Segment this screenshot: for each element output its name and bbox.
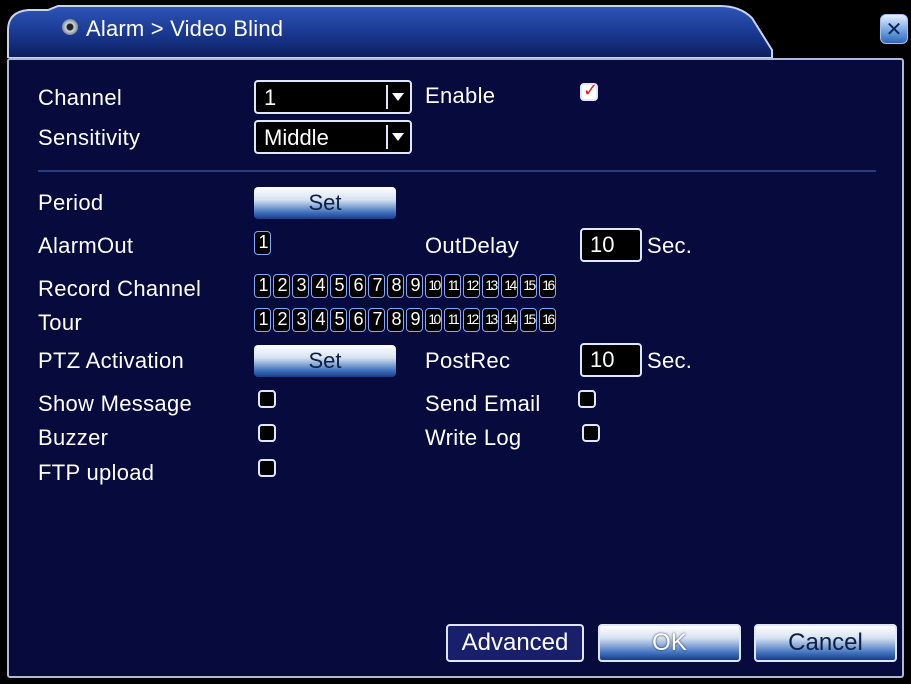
buzzer-label: Buzzer — [38, 425, 109, 450]
tour-channel-7[interactable]: 7 — [368, 308, 385, 332]
record-channel-11[interactable]: 11 — [444, 274, 461, 298]
chevron-down-icon[interactable] — [386, 125, 408, 149]
chevron-down-icon[interactable] — [386, 85, 408, 109]
alarmout-channels: 1 — [254, 231, 271, 255]
outdelay-input[interactable]: 10 — [580, 228, 642, 262]
enable-label: Enable — [425, 83, 496, 108]
tour-channel-8[interactable]: 8 — [387, 308, 404, 332]
section-divider — [38, 170, 876, 172]
tour-channel-16[interactable]: 16 — [539, 308, 556, 332]
outdelay-unit: Sec. — [647, 233, 693, 258]
send-email-label: Send Email — [425, 391, 541, 416]
tour-channel-6[interactable]: 6 — [349, 308, 366, 332]
write-log-checkbox[interactable] — [582, 424, 600, 442]
sensitivity-label: Sensitivity — [38, 125, 141, 150]
record-channel-label: Record Channel — [38, 276, 202, 301]
period-label: Period — [38, 190, 104, 215]
tour-channel-11[interactable]: 11 — [444, 308, 461, 332]
tour-channel-14[interactable]: 14 — [501, 308, 518, 332]
sensitivity-value: Middle — [264, 125, 329, 150]
postrec-input[interactable]: 10 — [580, 343, 642, 377]
ptz-activation-label: PTZ Activation — [38, 348, 185, 373]
tour-channel-10[interactable]: 10 — [425, 308, 442, 332]
channel-value: 1 — [264, 85, 277, 110]
enable-checkbox[interactable] — [580, 80, 598, 101]
tour-channel-5[interactable]: 5 — [330, 308, 347, 332]
record-channel-9[interactable]: 9 — [406, 274, 423, 298]
tour-channel-list: 1 2 3 4 5 6 7 8 9 10 11 12 13 14 15 16 — [254, 308, 556, 332]
close-icon: ✕ — [885, 18, 903, 41]
tour-channel-9[interactable]: 9 — [406, 308, 423, 332]
record-channel-13[interactable]: 13 — [482, 274, 499, 298]
buzzer-checkbox[interactable] — [258, 424, 276, 442]
disc-icon — [62, 19, 78, 35]
record-channel-list: 1 2 3 4 5 6 7 8 9 10 11 12 13 14 15 16 — [254, 274, 556, 298]
record-channel-16[interactable]: 16 — [539, 274, 556, 298]
show-message-checkbox[interactable] — [258, 390, 276, 408]
record-channel-4[interactable]: 4 — [311, 274, 328, 298]
tour-channel-15[interactable]: 15 — [520, 308, 537, 332]
close-button[interactable]: ✕ — [880, 14, 908, 44]
record-channel-12[interactable]: 12 — [463, 274, 480, 298]
tour-channel-13[interactable]: 13 — [482, 308, 499, 332]
postrec-label: PostRec — [425, 348, 511, 373]
record-channel-14[interactable]: 14 — [501, 274, 518, 298]
tour-channel-3[interactable]: 3 — [292, 308, 309, 332]
ftp-upload-label: FTP upload — [38, 460, 155, 485]
title-bar: Alarm > Video Blind ✕ — [0, 0, 911, 58]
record-channel-7[interactable]: 7 — [368, 274, 385, 298]
video-blind-dialog: Alarm > Video Blind ✕ Channel 1 Enable S… — [0, 0, 911, 684]
ptz-set-button[interactable]: Set — [254, 345, 396, 377]
window-title: Alarm > Video Blind — [86, 16, 284, 41]
tour-channel-12[interactable]: 12 — [463, 308, 480, 332]
alarmout-label: AlarmOut — [38, 233, 134, 258]
channel-label: Channel — [38, 85, 123, 110]
cancel-button[interactable]: Cancel — [754, 624, 897, 662]
record-channel-2[interactable]: 2 — [273, 274, 290, 298]
record-channel-3[interactable]: 3 — [292, 274, 309, 298]
tour-label: Tour — [38, 310, 82, 335]
write-log-label: Write Log — [425, 425, 522, 450]
outdelay-label: OutDelay — [425, 233, 520, 258]
record-channel-15[interactable]: 15 — [520, 274, 537, 298]
tour-channel-4[interactable]: 4 — [311, 308, 328, 332]
ok-button[interactable]: OK — [598, 624, 741, 662]
tour-channel-1[interactable]: 1 — [254, 308, 271, 332]
postrec-unit: Sec. — [647, 348, 693, 373]
channel-select[interactable]: 1 — [254, 80, 412, 114]
record-channel-1[interactable]: 1 — [254, 274, 271, 298]
record-channel-5[interactable]: 5 — [330, 274, 347, 298]
send-email-checkbox[interactable] — [578, 390, 596, 408]
alarmout-channel-1[interactable]: 1 — [254, 231, 271, 255]
record-channel-6[interactable]: 6 — [349, 274, 366, 298]
advanced-button[interactable]: Advanced — [446, 624, 584, 662]
record-channel-10[interactable]: 10 — [425, 274, 442, 298]
sensitivity-select[interactable]: Middle — [254, 120, 412, 154]
period-set-button[interactable]: Set — [254, 187, 396, 219]
show-message-label: Show Message — [38, 391, 193, 416]
record-channel-8[interactable]: 8 — [387, 274, 404, 298]
ftp-upload-checkbox[interactable] — [258, 459, 276, 477]
tour-channel-2[interactable]: 2 — [273, 308, 290, 332]
